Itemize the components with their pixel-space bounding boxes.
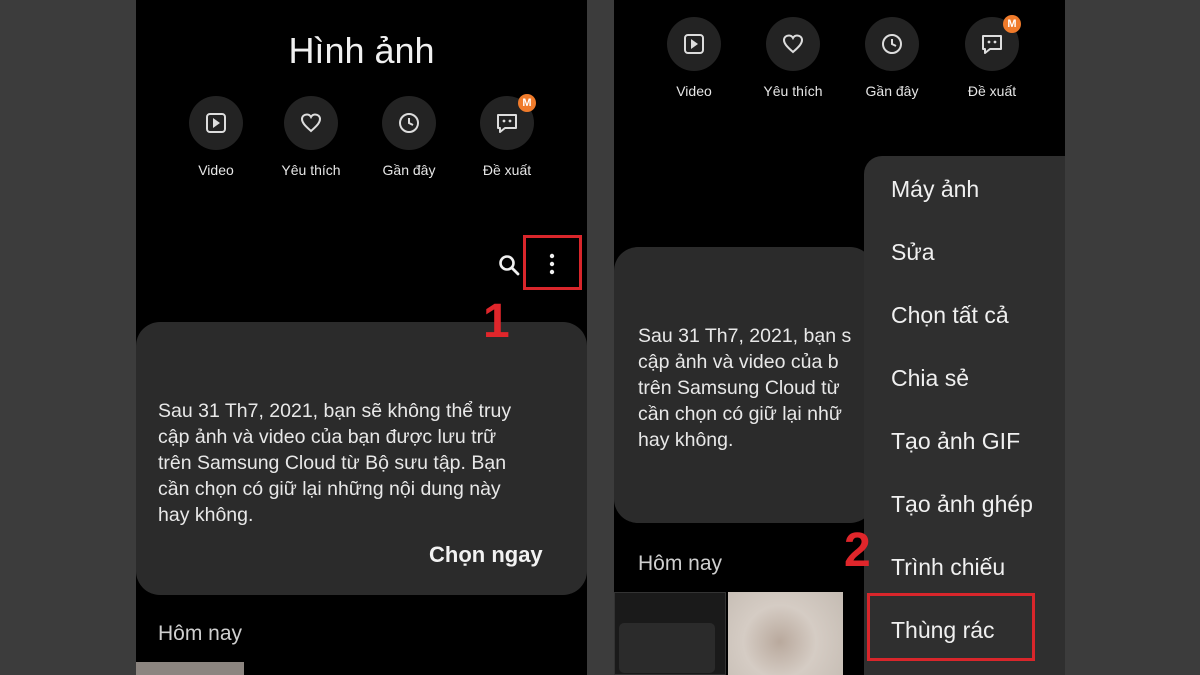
recent-label: Gần đây (865, 83, 919, 99)
menu-item-camera[interactable]: Máy ảnh (891, 176, 979, 203)
suggestions-label: Đề xuất (482, 162, 532, 178)
highlight-box (523, 235, 582, 290)
recent-button[interactable]: Gần đây (379, 96, 439, 178)
card-line: trên Samsung Cloud từ Bộ sưu tập. Bạn (158, 452, 507, 474)
favorites-label: Yêu thích (281, 162, 341, 178)
today-heading: Hôm nay (158, 622, 243, 645)
menu-item-share[interactable]: Chia sẻ (891, 365, 969, 392)
photo-thumbnail[interactable] (728, 592, 843, 675)
suggestion-icon (497, 114, 517, 133)
today-heading: Hôm nay (638, 552, 723, 575)
photo-thumbnail[interactable] (136, 662, 244, 675)
suggestions-button[interactable]: M Đề xuất (477, 94, 537, 178)
play-icon (206, 113, 226, 133)
recent-label: Gần đây (382, 162, 436, 178)
video-button[interactable]: Video (664, 17, 724, 99)
card-line: cập ảnh và video của bạn được lưu trữ (158, 426, 497, 448)
left-screen: Hình ảnh Video Yêu thích Gần đây M Đề xu… (136, 0, 587, 675)
photo-thumbnail[interactable] (614, 592, 726, 675)
video-label: Video (676, 83, 712, 99)
search-icon[interactable] (498, 254, 520, 276)
step-number: 2 (844, 524, 871, 577)
page-title: Hình ảnh (288, 30, 435, 71)
suggestions-button[interactable]: M Đề xuất (962, 15, 1022, 99)
card-line: trên Samsung Cloud từ (638, 377, 840, 399)
notification-badge: M (1003, 15, 1021, 33)
card-line: Sau 31 Th7, 2021, bạn s (638, 325, 852, 347)
cloud-notice-card: Sau 31 Th7, 2021, bạn s cập ảnh và video… (614, 247, 874, 523)
clock-icon (882, 34, 902, 54)
video-button[interactable]: Video (186, 96, 246, 178)
notification-badge: M (518, 94, 536, 112)
menu-item-create-gif[interactable]: Tạo ảnh GIF (891, 428, 1020, 455)
menu-item-slideshow[interactable]: Trình chiếu (891, 554, 1005, 581)
card-line: cập ảnh và video của b (638, 351, 839, 373)
card-line: cần chọn có giữ lại nhữ (638, 403, 842, 425)
heart-icon (300, 113, 322, 133)
favorites-button[interactable]: Yêu thích (763, 17, 823, 99)
card-line: hay không. (158, 504, 254, 526)
choose-now-button[interactable]: Chọn ngay (429, 542, 543, 568)
suggestions-label: Đề xuất (967, 83, 1017, 99)
menu-item-create-collage[interactable]: Tạo ảnh ghép (891, 491, 1033, 518)
favorites-button[interactable]: Yêu thích (281, 96, 341, 178)
cloud-notice-card: Sau 31 Th7, 2021, bạn sẽ không thể truy … (136, 322, 587, 595)
card-line: Sau 31 Th7, 2021, bạn sẽ không thể truy (158, 400, 512, 422)
video-label: Video (198, 162, 234, 178)
card-line: cần chọn có giữ lại những nội dung này (158, 478, 501, 500)
favorites-label: Yêu thích (763, 83, 823, 99)
card-line: hay không. (638, 429, 734, 451)
play-icon (684, 34, 704, 54)
heart-icon (782, 34, 804, 54)
menu-item-select-all[interactable]: Chọn tất cả (891, 302, 1009, 329)
step-number: 1 (483, 295, 510, 348)
clock-icon (399, 113, 419, 133)
suggestion-icon (982, 35, 1002, 54)
recent-button[interactable]: Gần đây (862, 17, 922, 99)
menu-item-edit[interactable]: Sửa (891, 239, 935, 266)
highlight-box (867, 593, 1035, 661)
